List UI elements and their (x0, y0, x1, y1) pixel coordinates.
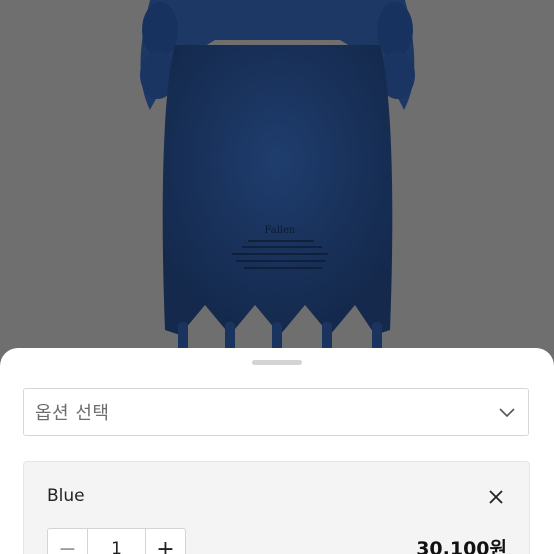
sheet-drag-handle[interactable] (252, 360, 302, 365)
close-icon[interactable] (487, 488, 505, 506)
quantity-stepper: − 1 + (47, 528, 186, 554)
product-image: Fallen (0, 0, 554, 360)
quantity-value[interactable]: 1 (87, 529, 146, 554)
selected-option-card: Blue − 1 + 30,100원 (23, 461, 530, 554)
option-select-dropdown[interactable]: 옵션 선택 (23, 388, 529, 436)
option-bottom-sheet: 옵션 선택 Blue − 1 + 30,100원 (0, 348, 554, 554)
beanie-illustration: Fallen (140, 0, 415, 352)
brand-tag-text: Fallen (265, 225, 297, 236)
selected-option-name: Blue (47, 486, 85, 506)
decrease-quantity-button[interactable]: − (48, 529, 87, 554)
option-price: 30,100원 (416, 538, 507, 554)
option-select-placeholder: 옵션 선택 (35, 403, 110, 424)
increase-quantity-button[interactable]: + (146, 529, 185, 554)
chevron-down-icon (499, 408, 515, 418)
